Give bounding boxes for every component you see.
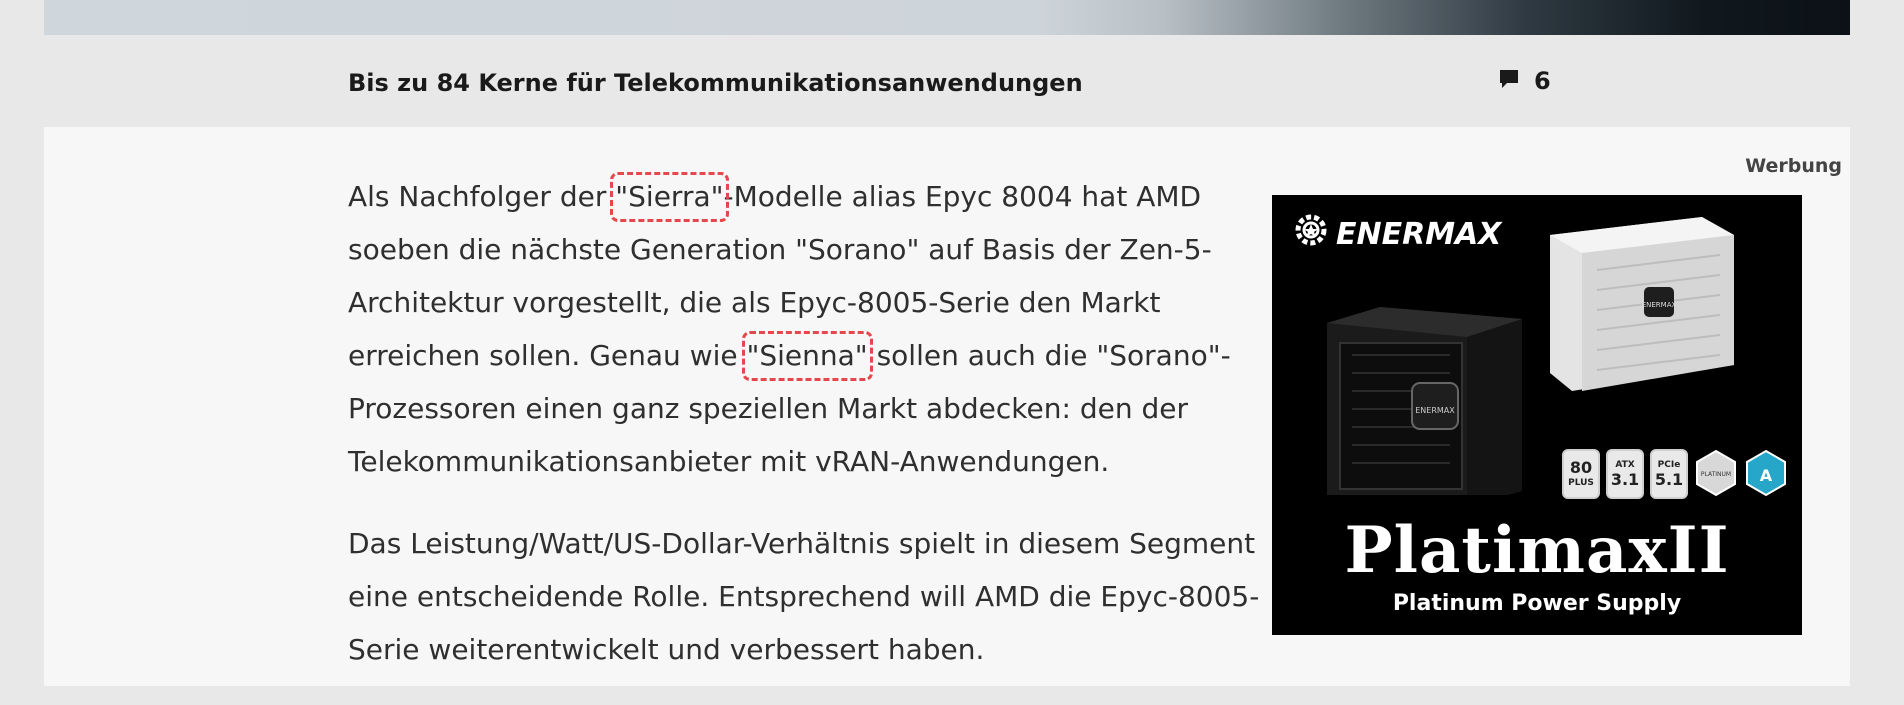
article-content: Als Nachfolger der "Sierra"-Modelle alia…	[44, 127, 1850, 686]
hero-image-strip	[44, 0, 1850, 35]
badge-pcie: PCIe 5.1	[1650, 449, 1688, 499]
badge-80plus: 80 PLUS	[1562, 449, 1600, 499]
paragraph-2: Das Leistung/Watt/US-Dollar-Verhältnis s…	[348, 527, 1260, 666]
highlighted-term-sienna: "Sienna"	[741, 331, 873, 381]
psu-front-logo: ENERMAX	[1415, 406, 1455, 415]
hex-badge-text-platinum: PLATINUM	[1701, 471, 1731, 478]
ad-certification-badges: 80 PLUS ATX 3.1 PCIe 5.1 PLATINUM A	[1562, 449, 1788, 499]
a-rating-hex-badge-icon: A	[1746, 449, 1786, 497]
comments-link[interactable]: 6	[1498, 67, 1551, 95]
highlighted-term-sierra: "Sierra"	[610, 172, 729, 222]
svg-text:ENERMAX: ENERMAX	[1642, 301, 1677, 309]
article-subheading: Bis zu 84 Kerne für Telekommunikationsan…	[348, 69, 1083, 97]
ad-label: Werbung	[1745, 155, 1842, 177]
ad-product-name: PlatimaxII	[1344, 513, 1730, 588]
advertisement-banner[interactable]: ENERMAX ENERMAX ENERMAX 80 PLUS ATX 3.1 …	[1272, 195, 1802, 635]
hex-badge-text-a: A	[1760, 466, 1773, 485]
paragraph-1-text-a: Als Nachfolger der	[348, 180, 616, 213]
article-body: Als Nachfolger der "Sierra"-Modelle alia…	[348, 170, 1294, 705]
paragraph-1: Als Nachfolger der "Sierra"-Modelle alia…	[348, 170, 1294, 488]
ad-tagline: Platinum Power Supply	[1392, 591, 1682, 616]
platinum-hex-badge-icon: PLATINUM	[1696, 449, 1736, 497]
badge-atx: ATX 3.1	[1606, 449, 1644, 499]
article-meta-bar: Bis zu 84 Kerne für Telekommunikationsan…	[44, 35, 1850, 127]
speech-bubble-icon	[1498, 68, 1520, 94]
comment-count: 6	[1534, 67, 1551, 95]
